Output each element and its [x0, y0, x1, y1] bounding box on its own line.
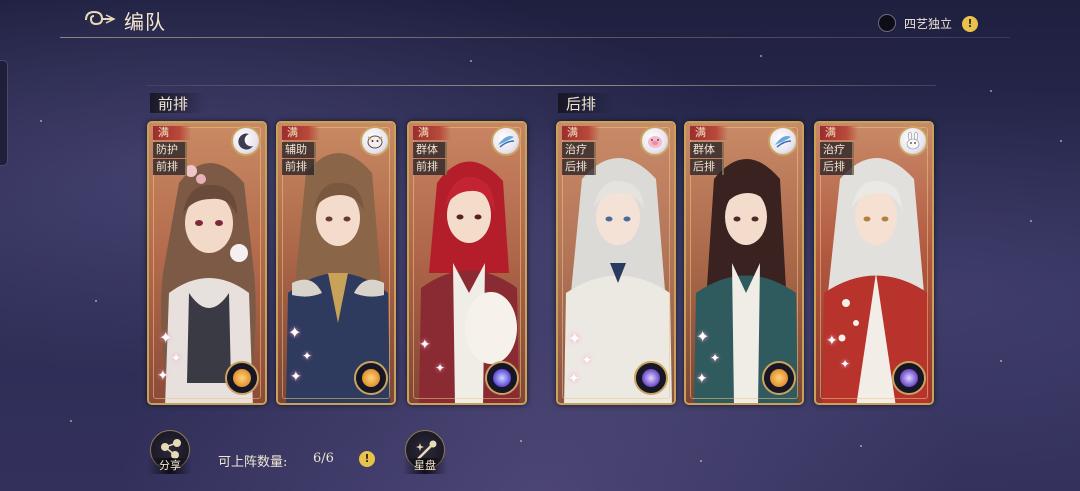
role-tag: 群体	[690, 142, 724, 158]
share-label: 分享	[148, 458, 192, 474]
character-card-4[interactable]: 满 治疗 后排 ✦ ✦ ✦	[556, 121, 676, 405]
role-tag: 治疗	[820, 142, 854, 158]
role-tag: 防护	[153, 142, 187, 158]
skill-orb-icon	[485, 361, 519, 395]
sparkle-icon: ✦	[435, 361, 446, 375]
sparkle-icon: ✦	[696, 371, 708, 387]
fish-element-icon	[768, 126, 798, 156]
star-chart-label: 星盘	[403, 458, 447, 474]
character-card-2[interactable]: 满 辅助 前排 ✦ ✦ ✦	[276, 121, 396, 405]
capacity-value: 6/6	[313, 451, 334, 466]
position-tag: 前排	[282, 159, 316, 175]
position-tag: 后排	[562, 159, 596, 175]
skill-orb-icon	[634, 361, 668, 395]
sparkle-icon: ✦	[840, 357, 851, 371]
page-title: 编队	[124, 10, 166, 34]
sparkle-icon: ✦	[568, 371, 580, 387]
skill-orb-icon	[762, 361, 796, 395]
mode-toggle[interactable]	[878, 14, 896, 32]
level-badge: 满	[282, 126, 320, 140]
front-row-label: 前排	[150, 93, 206, 113]
mode-label: 四艺独立	[904, 17, 953, 31]
back-row-label: 后排	[558, 93, 614, 113]
position-tag: 后排	[690, 159, 724, 175]
help-icon[interactable]: !	[962, 16, 978, 32]
position-tag: 前排	[413, 159, 447, 175]
sparkle-icon: ✦	[826, 333, 838, 349]
side-drawer-handle[interactable]	[0, 60, 8, 166]
capacity-label: 可上阵数量:	[218, 455, 288, 470]
position-tag: 后排	[820, 159, 854, 175]
sparkle-icon: ✦	[568, 329, 582, 348]
back-cloud-icon[interactable]	[82, 8, 116, 30]
sparkle-icon: ✦	[159, 328, 173, 347]
skill-orb-icon	[354, 361, 388, 395]
pig-element-icon	[640, 126, 670, 156]
sparkle-icon: ✦	[710, 351, 721, 365]
sparkle-icon: ✦	[290, 369, 302, 385]
skill-orb-icon	[225, 361, 259, 395]
header-divider	[60, 37, 1010, 38]
role-tag: 辅助	[282, 142, 316, 158]
role-tag: 治疗	[562, 142, 596, 158]
character-card-6[interactable]: 满 治疗 后排 ✦ ✦	[814, 121, 934, 405]
role-tag: 群体	[413, 142, 447, 158]
character-card-1[interactable]: 满 防护 前排 ✦ ✦ ✦	[147, 121, 267, 405]
level-badge: 满	[153, 126, 191, 140]
level-badge: 满	[820, 126, 858, 140]
level-badge: 满	[690, 126, 728, 140]
character-card-5[interactable]: 满 群体 后排 ✦ ✦ ✦	[684, 121, 804, 405]
cow-element-icon	[360, 126, 390, 156]
header-bar: 编队 四艺独立 !	[0, 0, 1080, 40]
position-tag: 前排	[153, 159, 187, 175]
sparkle-icon: ✦	[157, 368, 169, 384]
character-card-3[interactable]: 满 群体 前排 ✦ ✦	[407, 121, 527, 405]
sparkle-icon: ✦	[302, 349, 313, 363]
section-divider	[146, 85, 936, 86]
sparkle-icon: ✦	[171, 351, 182, 365]
sparkle-icon: ✦	[419, 337, 431, 353]
level-badge: 满	[413, 126, 451, 140]
sparkle-icon: ✦	[582, 353, 593, 367]
sparkle-icon: ✦	[696, 327, 710, 346]
moon-element-icon	[231, 126, 261, 156]
level-badge: 满	[562, 126, 600, 140]
sparkle-icon: ✦	[288, 323, 302, 342]
fish-element-icon	[491, 126, 521, 156]
capacity-help-icon[interactable]: !	[359, 451, 375, 467]
skill-orb-icon	[892, 361, 926, 395]
rabbit-element-icon	[898, 126, 928, 156]
